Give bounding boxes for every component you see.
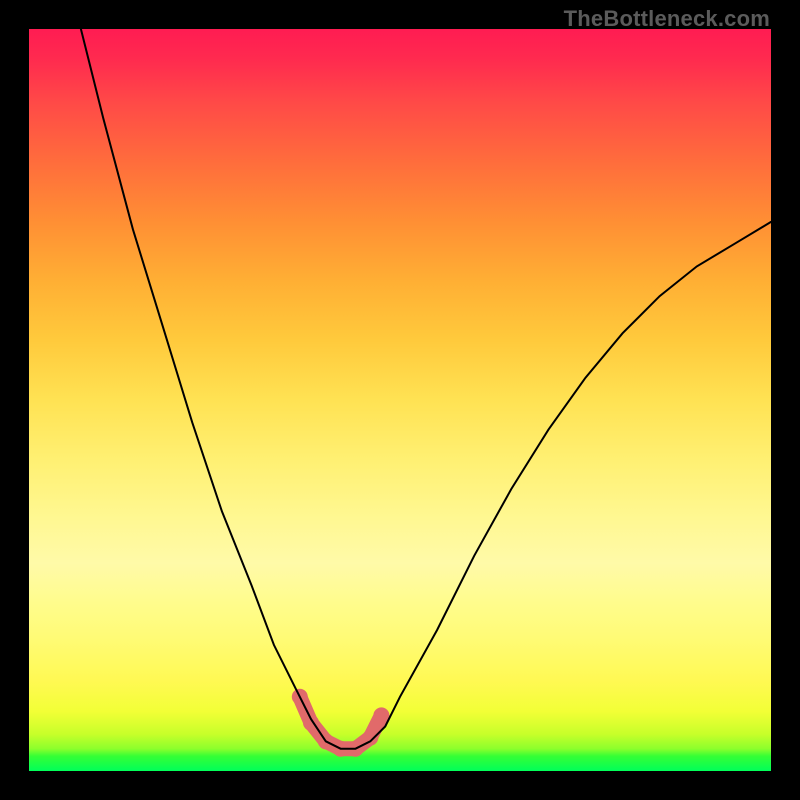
watermark-text: TheBottleneck.com	[564, 6, 770, 32]
chart-overlay	[29, 29, 771, 771]
bottleneck-curve	[81, 29, 771, 749]
chart-frame: TheBottleneck.com	[0, 0, 800, 800]
